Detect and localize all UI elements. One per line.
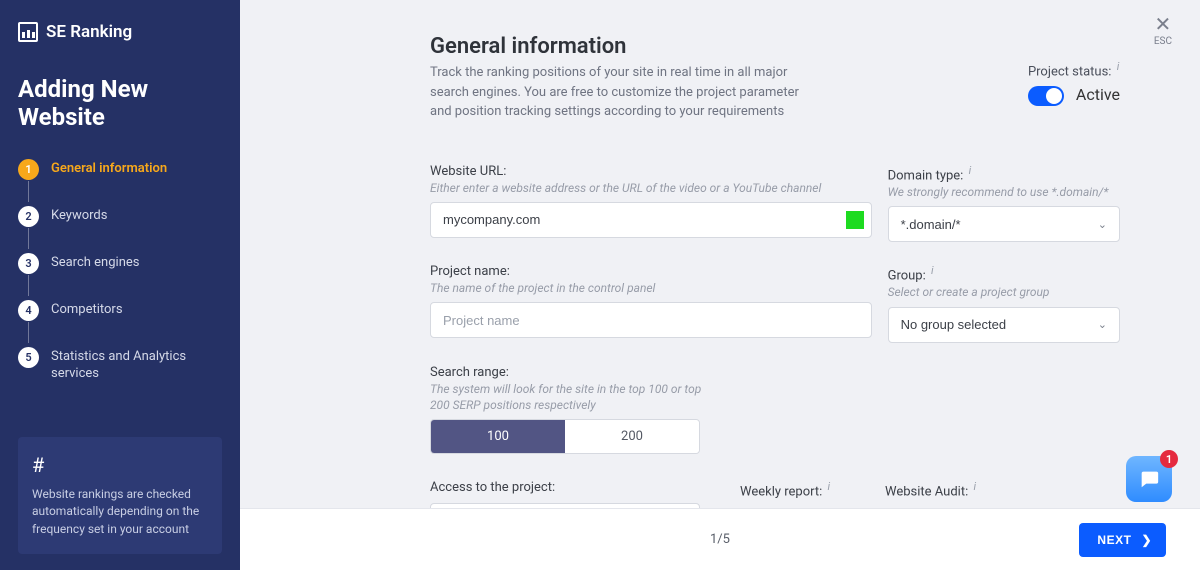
status-value: Active — [1076, 85, 1120, 104]
chat-widget[interactable]: 1 — [1126, 456, 1172, 502]
info-icon[interactable]: i — [969, 164, 972, 177]
close-button[interactable]: ✕ ESC — [1154, 14, 1172, 47]
project-status-toggle[interactable] — [1028, 86, 1064, 106]
chat-badge: 1 — [1160, 450, 1178, 468]
step-number: 1 — [18, 159, 39, 180]
chevron-right-icon: ❯ — [1141, 533, 1152, 547]
project-name-input[interactable] — [430, 302, 872, 338]
page-progress: 1/5 — [710, 532, 730, 547]
step-number: 5 — [18, 347, 39, 368]
domain-type-select[interactable]: *.domain/* ⌄ — [888, 206, 1120, 242]
step-number: 4 — [18, 300, 39, 321]
sidebar-info-box: # Website rankings are checked automatic… — [18, 437, 222, 554]
step-label: Statistics and Analytics services — [51, 347, 222, 383]
step-label: Competitors — [51, 300, 123, 319]
sidebar-info-text: Website rankings are checked automatical… — [32, 486, 208, 538]
group-select[interactable]: No group selected ⌄ — [888, 307, 1120, 343]
next-button-label: NEXT — [1097, 533, 1131, 547]
select-value: *.domain/* — [901, 217, 961, 232]
step-keywords[interactable]: 2 Keywords — [18, 206, 222, 253]
favicon-icon — [846, 211, 864, 229]
step-number: 3 — [18, 253, 39, 274]
brand-name: SE Ranking — [46, 22, 132, 42]
info-icon[interactable]: i — [931, 264, 934, 277]
step-label: General information — [51, 159, 167, 178]
field-hint: We strongly recommend to use *.domain/* — [888, 184, 1120, 200]
select-value: No group selected — [901, 317, 1007, 332]
step-general-information[interactable]: 1 General information — [18, 159, 222, 206]
bar-chart-icon — [18, 22, 38, 42]
step-search-engines[interactable]: 3 Search engines — [18, 253, 222, 300]
step-number: 2 — [18, 206, 39, 227]
field-label: Domain type: — [888, 168, 964, 183]
wizard-steps: 1 General information 2 Keywords 3 Searc… — [18, 159, 222, 383]
next-button[interactable]: NEXT ❯ — [1079, 523, 1166, 557]
step-label: Keywords — [51, 206, 107, 225]
info-icon[interactable]: i — [973, 480, 976, 493]
step-label: Search engines — [51, 253, 139, 272]
chat-icon — [1138, 468, 1160, 490]
close-icon: ✕ — [1154, 14, 1172, 34]
field-hint: The system will look for the site in the… — [430, 381, 710, 413]
sidebar: SE Ranking Adding New Website 1 General … — [0, 0, 240, 570]
main-panel: ✕ ESC General information Track the rank… — [240, 0, 1200, 570]
domain-type-field: Domain type: i We strongly recommend to … — [888, 164, 1120, 243]
hash-icon: # — [32, 451, 208, 480]
field-label: Weekly report: — [740, 484, 822, 499]
field-hint: Either enter a website address or the UR… — [430, 180, 872, 196]
website-url-input[interactable] — [430, 202, 872, 238]
field-label: Access to the project: — [430, 480, 555, 495]
brand-logo: SE Ranking — [18, 22, 222, 42]
website-url-field: Website URL: Either enter a website addr… — [430, 164, 872, 243]
close-label: ESC — [1154, 36, 1172, 47]
search-range-option-100[interactable]: 100 — [431, 420, 565, 453]
project-name-field: Project name: The name of the project in… — [430, 264, 872, 343]
field-hint: Select or create a project group — [888, 284, 1120, 300]
wizard-footer: 1/5 NEXT ❯ — [240, 508, 1200, 570]
step-competitors[interactable]: 4 Competitors — [18, 300, 222, 347]
project-status: Project status: i Active — [1028, 34, 1120, 106]
search-range-segmented: 100 200 — [430, 419, 700, 454]
field-label: Project name: — [430, 264, 872, 279]
search-range-field: Search range: The system will look for t… — [430, 365, 710, 454]
chevron-down-icon: ⌄ — [1098, 218, 1107, 231]
status-label: Project status: — [1028, 64, 1112, 79]
field-hint: The name of the project in the control p… — [430, 280, 872, 296]
chevron-down-icon: ⌄ — [1098, 318, 1107, 331]
step-statistics[interactable]: 5 Statistics and Analytics services — [18, 347, 222, 383]
sidebar-title: Adding New Website — [18, 76, 222, 131]
page-description: Track the ranking positions of your site… — [430, 63, 810, 122]
search-range-option-200[interactable]: 200 — [565, 420, 699, 453]
field-label: Group: — [888, 268, 926, 283]
page-title: General information — [430, 34, 998, 59]
field-label: Website URL: — [430, 164, 872, 179]
info-icon[interactable]: i — [1117, 60, 1120, 73]
field-label: Search range: — [430, 365, 710, 380]
group-field: Group: i Select or create a project grou… — [888, 264, 1120, 343]
info-icon[interactable]: i — [828, 480, 831, 493]
field-label: Website Audit: — [885, 484, 968, 499]
